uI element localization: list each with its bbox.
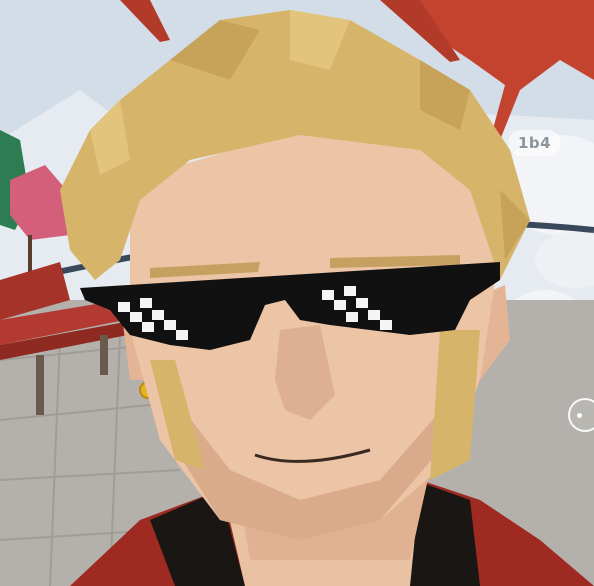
game-viewport: 1b4: [0, 0, 594, 586]
menu-toggle-icon: [577, 413, 582, 418]
selfie-scene: [0, 0, 594, 586]
side-menu-button[interactable]: [568, 398, 594, 432]
player-name-tag: 1b4: [508, 130, 562, 156]
